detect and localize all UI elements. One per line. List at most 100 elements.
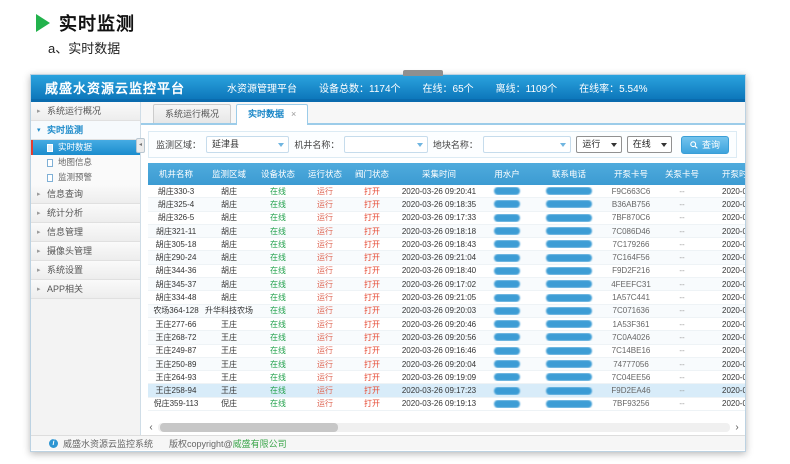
well-name-dropdown[interactable] bbox=[344, 136, 427, 153]
cell-water-user bbox=[482, 400, 532, 408]
close-tab-icon[interactable]: × bbox=[291, 109, 296, 119]
cell-phone bbox=[532, 200, 606, 208]
cell-collect-time: 2020-03-26 09:17:23 bbox=[396, 386, 482, 395]
table-row[interactable]: 胡庄325-4胡庄在线运行打开2020-03-26 09:18:35B36AB7… bbox=[148, 198, 745, 211]
chevron-down-icon bbox=[278, 143, 284, 147]
chevron-collapsed-icon: ▸ bbox=[37, 185, 41, 204]
column-header: 运行状态 bbox=[302, 168, 348, 180]
redacted-water-user-blob bbox=[494, 214, 520, 222]
cell-water-user bbox=[482, 200, 532, 208]
sidebar-item-active[interactable]: ▾实时监测 bbox=[31, 121, 140, 140]
cell-open-card: 1A53F361 bbox=[606, 320, 656, 329]
cell-close-card: -- bbox=[656, 320, 708, 329]
sidebar-subitem-selected[interactable]: 实时数据 bbox=[31, 140, 140, 155]
cell-collect-time: 2020-03-26 09:18:35 bbox=[396, 200, 482, 209]
table-header-row: 机井名称监测区域设备状态运行状态阀门状态采集时间用水户联系电话开泵卡号关泵卡号开… bbox=[148, 163, 745, 185]
page-subtitle: a、实时数据 bbox=[48, 38, 120, 57]
cell-open-card: 7BF870C6 bbox=[606, 213, 656, 222]
cell-well-name: 胡庄290-24 bbox=[148, 252, 204, 263]
sidebar-item-top[interactable]: ▸信息管理 bbox=[31, 223, 140, 242]
run-status-select[interactable]: 运行 bbox=[576, 136, 621, 153]
plot-name-label: 地块名称： bbox=[433, 138, 478, 151]
sidebar-collapse-icon[interactable]: ◂ bbox=[136, 138, 145, 153]
redacted-water-user-blob bbox=[494, 294, 520, 302]
redacted-water-user-blob bbox=[494, 267, 520, 275]
sidebar-item-top[interactable]: ▸信息查询 bbox=[31, 185, 140, 204]
footer-company: 威盛有限公司 bbox=[233, 437, 287, 450]
cell-open-card: 7C0A4026 bbox=[606, 333, 656, 342]
cell-phone bbox=[532, 280, 606, 288]
cell-close-card: -- bbox=[656, 266, 708, 275]
table-row[interactable]: 胡庄345-37胡庄在线运行打开2020-03-26 09:17:024FEEF… bbox=[148, 278, 745, 291]
cell-open-card: 74777056 bbox=[606, 360, 656, 369]
cell-run-status: 运行 bbox=[302, 239, 348, 250]
table-row[interactable]: 王庄277-66王庄在线运行打开2020-03-26 09:20:461A53F… bbox=[148, 318, 745, 331]
scroll-right-icon[interactable]: › bbox=[732, 422, 742, 433]
table-row[interactable]: 王庄268-72王庄在线运行打开2020-03-26 09:20:567C0A4… bbox=[148, 331, 745, 344]
tab-active[interactable]: 实时数据× bbox=[236, 104, 308, 125]
titlebar-platform-label: 水资源管理平台 bbox=[227, 80, 297, 95]
cell-collect-time: 2020-03-26 09:17:02 bbox=[396, 280, 482, 289]
cell-pump-time: 2020-0 bbox=[708, 360, 745, 369]
sidebar-item-top[interactable]: ▸APP相关 bbox=[31, 280, 140, 299]
cell-well-name: 农场364-128 bbox=[148, 305, 204, 316]
table-row[interactable]: 王庄250-89王庄在线运行打开2020-03-26 09:20:0474777… bbox=[148, 358, 745, 371]
cell-device-status: 在线 bbox=[254, 385, 302, 396]
table-row[interactable]: 王庄258-94王庄在线运行打开2020-03-26 09:17:23F9D2E… bbox=[148, 384, 745, 397]
cell-open-card: 4FEEFC31 bbox=[606, 280, 656, 289]
horizontal-scrollbar: ‹ › bbox=[146, 422, 742, 433]
table-row[interactable]: 王庄249-87王庄在线运行打开2020-03-26 09:16:467C14B… bbox=[148, 345, 745, 358]
table-row[interactable]: 胡庄344-36胡庄在线运行打开2020-03-26 09:18:40F9D2F… bbox=[148, 265, 745, 278]
region-label: 监测区域： bbox=[156, 138, 201, 151]
cell-pump-time: 2020-0 bbox=[708, 386, 745, 395]
cell-run-status: 运行 bbox=[302, 385, 348, 396]
cell-valve-status: 打开 bbox=[348, 265, 396, 276]
table-row[interactable]: 胡庄334-48胡庄在线运行打开2020-03-26 09:21:051A57C… bbox=[148, 291, 745, 304]
plot-name-dropdown[interactable] bbox=[483, 136, 572, 153]
scroll-left-icon[interactable]: ‹ bbox=[146, 422, 156, 433]
table-row[interactable]: 农场364-128升华科技农场在线运行打开2020-03-26 09:20:03… bbox=[148, 305, 745, 318]
sidebar-subitem[interactable]: 监测预警 bbox=[31, 170, 140, 185]
table-row[interactable]: 胡庄330-3胡庄在线运行打开2020-03-26 09:20:41F9C663… bbox=[148, 185, 745, 198]
cell-open-card: F9D2F216 bbox=[606, 266, 656, 275]
cell-valve-status: 打开 bbox=[348, 345, 396, 356]
cell-region: 胡庄 bbox=[204, 199, 254, 210]
sidebar-item-top[interactable]: ▸统计分析 bbox=[31, 204, 140, 223]
cell-close-card: -- bbox=[656, 306, 708, 315]
table-row[interactable]: 胡庄321-11胡庄在线运行打开2020-03-26 09:18:187C086… bbox=[148, 225, 745, 238]
cell-valve-status: 打开 bbox=[348, 305, 396, 316]
sidebar-item-top[interactable]: ▸系统设置 bbox=[31, 261, 140, 280]
sidebar-item-label: 系统设置 bbox=[47, 265, 83, 275]
redacted-water-user-blob bbox=[494, 373, 520, 381]
online-status-select[interactable]: 在线 bbox=[627, 136, 672, 153]
cell-pump-time: 2020-0 bbox=[708, 240, 745, 249]
sidebar-subitem[interactable]: 地图信息 bbox=[31, 155, 140, 170]
cell-phone bbox=[532, 294, 606, 302]
tab-inactive[interactable]: 系统运行概况 bbox=[153, 104, 231, 123]
table-row[interactable]: 胡庄305-18胡庄在线运行打开2020-03-26 09:18:437C179… bbox=[148, 238, 745, 251]
table-row[interactable]: 王庄264-93王庄在线运行打开2020-03-26 09:19:097C04E… bbox=[148, 371, 745, 384]
region-dropdown[interactable]: 延津县 bbox=[206, 136, 289, 153]
cell-water-user bbox=[482, 214, 532, 222]
cell-open-card: 7C071636 bbox=[606, 306, 656, 315]
document-icon bbox=[47, 174, 53, 182]
sidebar-item-top[interactable]: ▸系统运行概况 bbox=[31, 102, 140, 121]
titlebar-stat-3: 在线率：5.54% bbox=[579, 80, 647, 95]
scrollbar-thumb[interactable] bbox=[160, 423, 338, 432]
chevron-collapsed-icon: ▸ bbox=[37, 204, 41, 223]
chevron-down-icon bbox=[560, 143, 566, 147]
scrollbar-track[interactable] bbox=[158, 423, 730, 432]
search-button[interactable]: 查询 bbox=[681, 136, 729, 154]
cell-water-user bbox=[482, 254, 532, 262]
sidebar-item-top[interactable]: ▸摄像头管理 bbox=[31, 242, 140, 261]
cell-pump-time: 2020-0 bbox=[708, 399, 745, 408]
sidebar-item-label: 信息管理 bbox=[47, 227, 83, 237]
table-row[interactable]: 胡庄290-24胡庄在线运行打开2020-03-26 09:21:047C164… bbox=[148, 251, 745, 264]
cell-region: 王庄 bbox=[204, 385, 254, 396]
table-row[interactable]: 倪庄359-113倪庄在线运行打开2020-03-26 09:19:137BF9… bbox=[148, 398, 745, 411]
cell-open-card: 7C04EE56 bbox=[606, 373, 656, 382]
cell-device-status: 在线 bbox=[254, 398, 302, 409]
table-row[interactable]: 胡庄326-5胡庄在线运行打开2020-03-26 09:17:337BF870… bbox=[148, 212, 745, 225]
chevron-collapsed-icon: ▸ bbox=[37, 280, 41, 299]
green-play-icon bbox=[36, 14, 50, 32]
